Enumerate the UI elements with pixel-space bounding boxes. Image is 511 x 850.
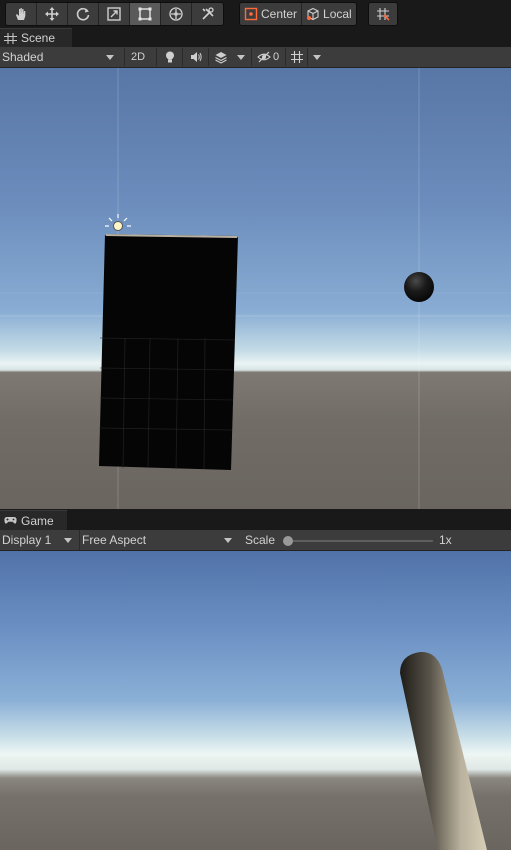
speaker-icon [190, 52, 202, 62]
game-toolbar: Display 1 Free Aspect Scale 1x [0, 530, 511, 551]
scene-grid-lines [0, 68, 511, 509]
game-tab-bar: Game [0, 510, 511, 530]
aspect-value: Free Aspect [82, 533, 147, 547]
tools-icon [201, 7, 214, 20]
draw-mode-dropdown[interactable]: Shaded [0, 47, 120, 67]
hand-tool-button[interactable] [6, 3, 37, 25]
transform-tool-button[interactable] [161, 3, 192, 25]
grid-dropdown[interactable] [307, 48, 326, 66]
pivot-label: Center [261, 7, 298, 21]
game-tab-label: Game [21, 513, 54, 528]
effects-dropdown[interactable] [232, 48, 250, 66]
rotate-icon [76, 7, 90, 21]
scene-tab-label: Scene [21, 31, 56, 45]
rect-tool-button[interactable] [130, 3, 161, 25]
grid-toggle[interactable] [285, 48, 307, 66]
move-icon [45, 7, 59, 21]
cylinder-object[interactable] [400, 651, 487, 850]
pivot-center-button[interactable]: Center [240, 3, 303, 25]
custom-tool-button[interactable] [192, 3, 223, 25]
lightbulb-icon [165, 51, 174, 63]
caret-down-icon [313, 54, 321, 60]
tab-game[interactable]: Game [0, 510, 67, 530]
grid-snap-icon [377, 8, 390, 21]
dropdown-arrow-icon [106, 55, 114, 60]
mode-2d-toggle[interactable]: 2D [124, 48, 151, 66]
scene-grid-icon [4, 32, 17, 44]
audio-toggle[interactable] [182, 48, 208, 66]
local-rotation-icon [307, 7, 319, 21]
scene-graphics [0, 68, 511, 509]
grid-snap-button[interactable] [369, 3, 397, 25]
mode-2d-label: 2D [130, 51, 146, 63]
caret-down-icon [237, 54, 245, 60]
main-toolbar: Center Local [0, 0, 511, 28]
eye-hidden-icon [257, 51, 271, 63]
sphere-object[interactable] [404, 272, 434, 302]
scale-value: 1x [439, 533, 452, 547]
pivot-center-icon [244, 7, 258, 21]
pivot-controls: Center Local [239, 2, 357, 26]
grid-icon [290, 51, 303, 63]
rotate-tool-button[interactable] [68, 3, 99, 25]
dark-box-object[interactable] [98, 234, 238, 470]
rotation-label: Local [323, 7, 352, 21]
dropdown-arrow-icon [64, 538, 72, 543]
hidden-count: 0 [272, 51, 280, 63]
scale-icon [107, 7, 121, 21]
scale-slider-thumb[interactable] [283, 536, 293, 546]
display-value: Display 1 [2, 533, 52, 547]
draw-mode-value: Shaded [2, 50, 44, 64]
display-dropdown[interactable]: Display 1 [0, 530, 78, 550]
scale-slider-track[interactable] [287, 540, 433, 542]
aspect-dropdown[interactable]: Free Aspect [79, 530, 238, 550]
hand-icon [16, 8, 26, 20]
scene-viewport[interactable] [0, 68, 511, 509]
gamepad-icon [4, 517, 17, 524]
directional-light-gizmo[interactable] [105, 214, 131, 231]
transform-icon [169, 7, 183, 21]
effects-toggle[interactable] [208, 48, 232, 66]
move-tool-button[interactable] [37, 3, 68, 25]
snap-controls [368, 2, 398, 26]
dropdown-arrow-icon [224, 538, 232, 543]
game-graphics [400, 651, 487, 850]
game-viewport[interactable] [0, 551, 511, 850]
lighting-toggle[interactable] [156, 48, 182, 66]
hidden-objects-toggle[interactable]: 0 [251, 48, 284, 66]
tab-scene[interactable]: Scene [0, 28, 72, 47]
layers-icon [214, 52, 227, 64]
scene-tab-bar: Scene [0, 28, 511, 47]
scale-tool-button[interactable] [99, 3, 130, 25]
scene-toolbar: Shaded 2D 0 [0, 47, 511, 68]
pivot-rotation-button[interactable]: Local [302, 3, 356, 25]
transform-tools [5, 2, 224, 26]
rect-icon [138, 7, 152, 21]
scale-label: Scale [245, 533, 276, 547]
